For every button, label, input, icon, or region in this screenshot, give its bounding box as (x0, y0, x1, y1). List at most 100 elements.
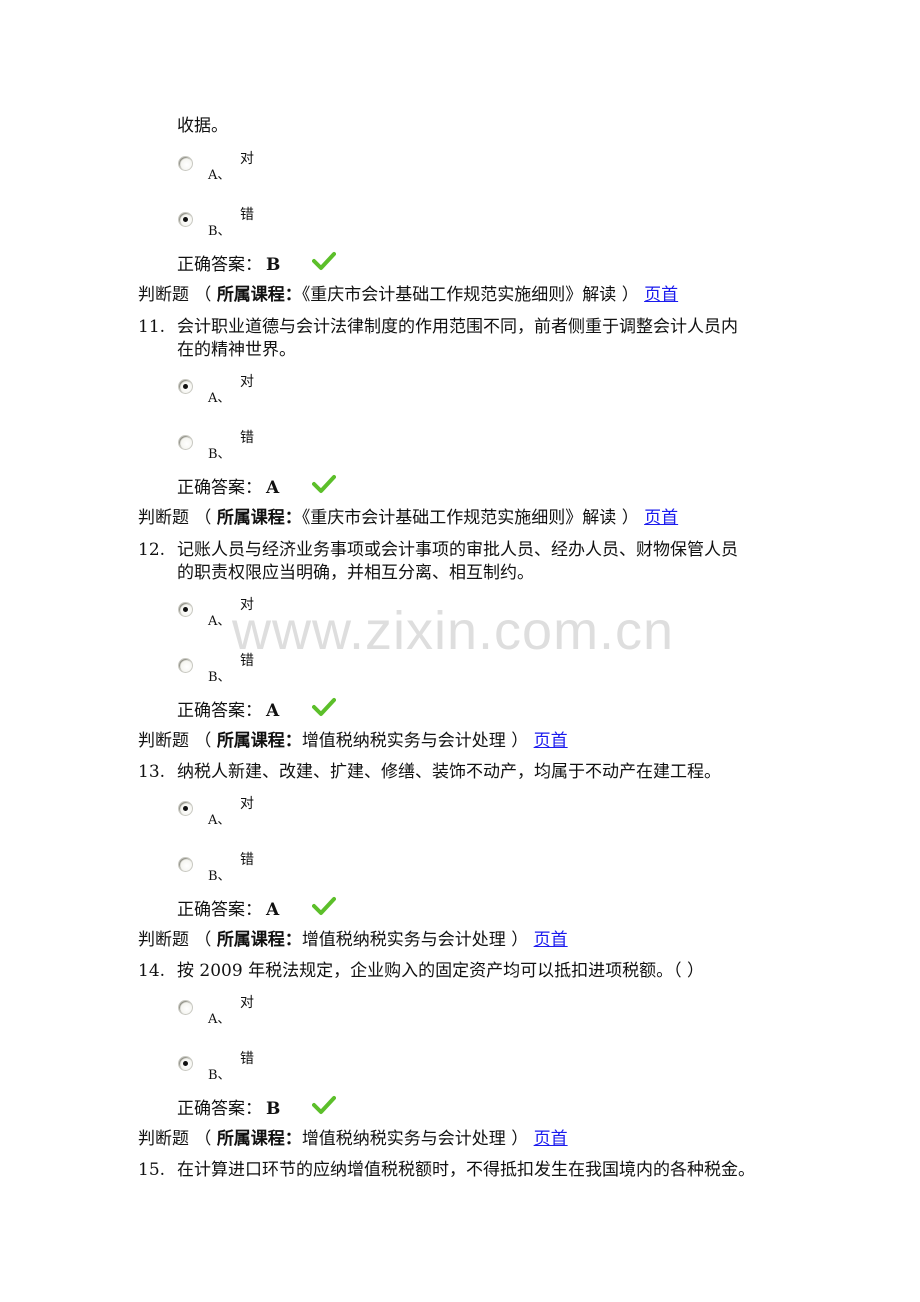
answer-value: B (266, 255, 281, 275)
answer-label: 正确答案： (177, 1099, 262, 1119)
checkmark-icon (312, 1096, 336, 1114)
option-letter: B、 (208, 224, 231, 239)
checkmark-icon (312, 475, 336, 493)
radio-button-selected[interactable] (178, 1056, 193, 1071)
paren: ） (511, 1129, 529, 1149)
question-text-fragment: 收据。 (177, 116, 228, 136)
radio-button[interactable] (178, 857, 193, 872)
option-text: 错 (240, 653, 254, 669)
question-number: 11. (138, 317, 166, 337)
question-meta: 判断题 （ 所属课程：增值税纳税实务与会计处理 ） 页首 (138, 1128, 568, 1150)
course-label: 所属课程： (216, 508, 302, 528)
home-link[interactable]: 页首 (644, 508, 678, 528)
watermark: www.zixin.com.cn (232, 601, 675, 661)
option-a[interactable]: A、 对 (178, 795, 298, 835)
option-letter: A、 (208, 813, 231, 828)
home-link[interactable]: 页首 (644, 285, 678, 305)
question-type: 判断题 (138, 930, 189, 950)
course-name: 增值税纳税实务与会计处理 (301, 930, 506, 950)
checkmark-icon (312, 252, 336, 270)
radio-button[interactable] (178, 156, 193, 171)
radio-button[interactable] (178, 1000, 193, 1015)
answer-label: 正确答案： (177, 255, 262, 275)
option-letter: B、 (208, 670, 231, 685)
home-link[interactable]: 页首 (534, 930, 568, 950)
radio-button-selected[interactable] (178, 379, 193, 394)
option-text: 对 (240, 796, 254, 812)
radio-button[interactable] (178, 435, 193, 450)
question-type: 判断题 (138, 508, 189, 528)
option-letter: B、 (208, 1068, 231, 1083)
question-number: 15. (138, 1160, 166, 1180)
course-name: 《重庆市会计基础工作规范实施细则》解读 (301, 285, 617, 305)
option-b[interactable]: B、 错 (178, 851, 298, 891)
course-label: 所属课程： (216, 1129, 302, 1149)
answer-label: 正确答案： (177, 478, 262, 498)
course-name: 增值税纳税实务与会计处理 (301, 1129, 506, 1149)
radio-button[interactable] (178, 658, 193, 673)
paren: ） (511, 930, 529, 950)
question-number: 12. (138, 540, 166, 560)
document-page: www.zixin.com.cn 收据。 A、 对 B、 错 正确答案： B 判断… (0, 0, 920, 1302)
option-b[interactable]: B、 错 (178, 206, 298, 246)
radio-button-selected[interactable] (178, 212, 193, 227)
option-text: 错 (240, 852, 254, 868)
question-type: 判断题 (138, 285, 189, 305)
option-a[interactable]: A、 对 (178, 994, 298, 1034)
correct-answer: 正确答案： A (177, 700, 279, 722)
option-text: 错 (240, 1051, 254, 1067)
question-meta: 判断题 （ 所属课程：《重庆市会计基础工作规范实施细则》解读 ） 页首 (138, 284, 678, 306)
question-line: 的职责权限应当明确，并相互分离、相互制约。 (177, 563, 534, 583)
question-text: 会计职业道德与会计法律制度的作用范围不同，前者侧重于调整会计人员内 在的精神世界… (177, 316, 797, 362)
correct-answer: 正确答案： A (177, 477, 279, 499)
option-text: 错 (240, 430, 254, 446)
option-letter: A、 (208, 614, 231, 629)
course-label: 所属课程： (216, 731, 302, 751)
option-text: 对 (240, 597, 254, 613)
option-text: 对 (240, 151, 254, 167)
checkmark-icon (312, 698, 336, 716)
question-meta: 判断题 （ 所属课程：增值税纳税实务与会计处理 ） 页首 (138, 929, 568, 951)
option-text: 对 (240, 995, 254, 1011)
option-a[interactable]: A、 对 (178, 596, 298, 636)
home-link[interactable]: 页首 (534, 1129, 568, 1149)
paren: （ (194, 1129, 212, 1149)
option-b[interactable]: B、 错 (178, 652, 298, 692)
radio-button-selected[interactable] (178, 801, 193, 816)
option-a[interactable]: A、 对 (178, 373, 298, 413)
question-meta: 判断题 （ 所属课程：《重庆市会计基础工作规范实施细则》解读 ） 页首 (138, 507, 678, 529)
option-letter: A、 (208, 1012, 231, 1027)
correct-answer: 正确答案： A (177, 899, 279, 921)
question-line: 按 2009 年税法规定，企业购入的固定资产均可以抵扣进项税额。（ ） (177, 961, 704, 981)
option-text: 错 (240, 207, 254, 223)
home-link[interactable]: 页首 (534, 731, 568, 751)
course-label: 所属课程： (216, 285, 302, 305)
answer-label: 正确答案： (177, 701, 262, 721)
answer-value: A (266, 900, 280, 920)
question-type: 判断题 (138, 731, 189, 751)
question-text: 按 2009 年税法规定，企业购入的固定资产均可以抵扣进项税额。（ ） (177, 960, 797, 983)
question-type: 判断题 (138, 1129, 189, 1149)
question-number: 13. (138, 762, 166, 782)
option-letter: B、 (208, 869, 231, 884)
option-a[interactable]: A、 对 (178, 150, 298, 190)
radio-button-selected[interactable] (178, 602, 193, 617)
answer-value: B (266, 1099, 281, 1119)
option-b[interactable]: B、 错 (178, 1050, 298, 1090)
question-line: 在计算进口环节的应纳增值税税额时，不得抵扣发生在我国境内的各种税金。 (177, 1160, 755, 1180)
paren: （ (194, 731, 212, 751)
paren: （ (194, 508, 212, 528)
option-letter: A、 (208, 168, 231, 183)
question-line: 记账人员与经济业务事项或会计事项的审批人员、经办人员、财物保管人员 (177, 540, 738, 560)
course-label: 所属课程： (216, 930, 302, 950)
question-text: 记账人员与经济业务事项或会计事项的审批人员、经办人员、财物保管人员 的职责权限应… (177, 539, 797, 585)
option-b[interactable]: B、 错 (178, 429, 298, 469)
option-text: 对 (240, 374, 254, 390)
question-meta: 判断题 （ 所属课程：增值税纳税实务与会计处理 ） 页首 (138, 730, 568, 752)
question-text: 纳税人新建、改建、扩建、修缮、装饰不动产，均属于不动产在建工程。 (177, 761, 797, 784)
course-name: 《重庆市会计基础工作规范实施细则》解读 (301, 508, 617, 528)
checkmark-icon (312, 897, 336, 915)
question-line: 在的精神世界。 (177, 340, 296, 360)
answer-label: 正确答案： (177, 900, 262, 920)
paren: （ (194, 285, 212, 305)
